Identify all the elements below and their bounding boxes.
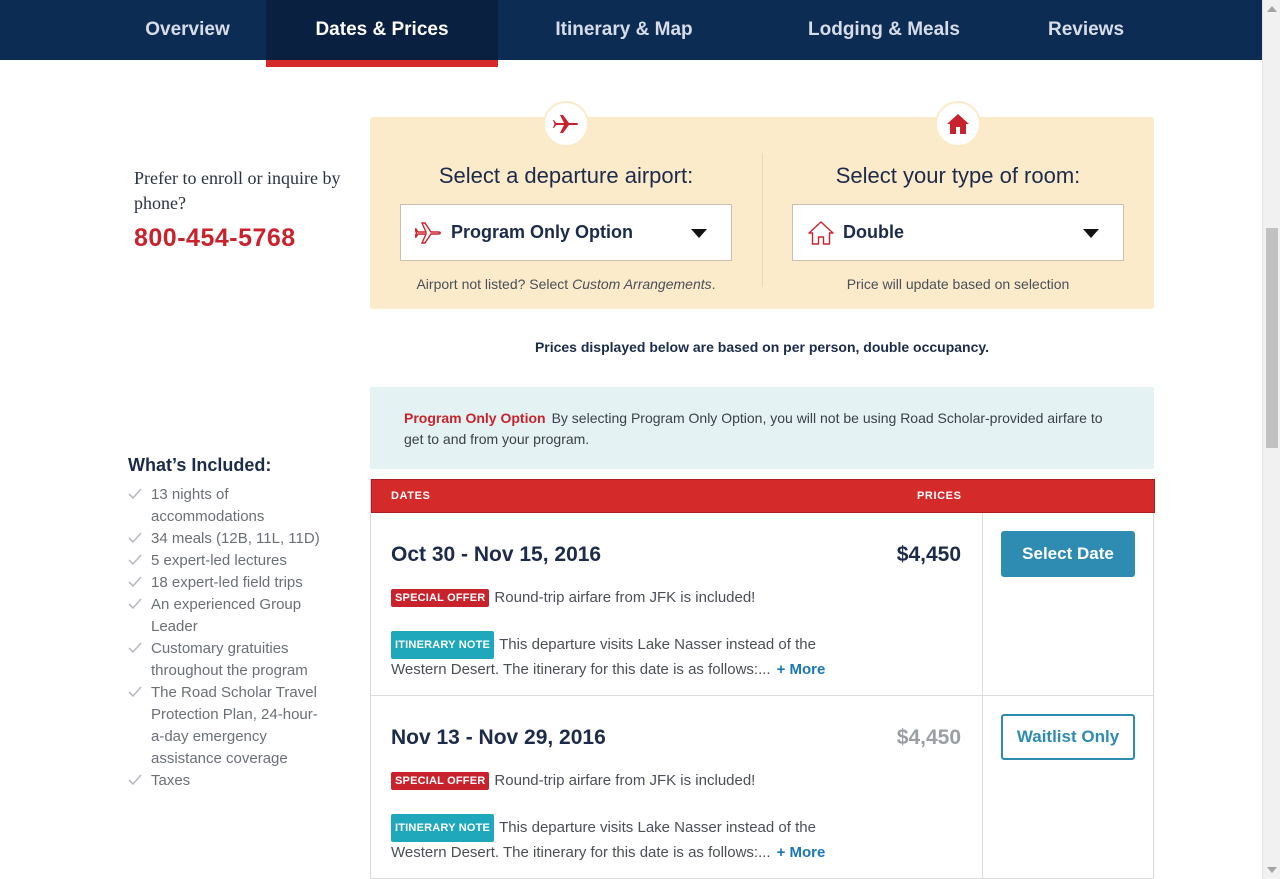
tab-dates-prices[interactable]: Dates & Prices xyxy=(266,0,498,67)
checkmark-icon xyxy=(128,576,142,588)
included-item: Customary gratuities throughout the prog… xyxy=(128,638,328,682)
special-offer-line: SPECIAL OFFER Round-trip airfare from JFK… xyxy=(391,589,755,607)
checkmark-icon xyxy=(128,686,142,698)
special-offer-text: Round-trip airfare from JFK is included! xyxy=(494,772,756,789)
airport-note: Airport not listed? Select Custom Arrang… xyxy=(416,276,716,292)
included-item: 34 meals (12B, 11L, 11D) xyxy=(128,528,328,550)
room-select-value: Double xyxy=(843,222,904,242)
included-item: An experienced Group Leader xyxy=(128,594,328,638)
room-selector-title: Select your type of room: xyxy=(835,163,1081,188)
room-selector-column: Select your type of room: Double Price w… xyxy=(762,101,1154,309)
row-divider xyxy=(982,513,983,695)
special-offer-line: SPECIAL OFFER Round-trip airfare from JFK… xyxy=(391,772,755,790)
dates-column-header: DATES xyxy=(391,490,431,502)
chevron-down-icon xyxy=(1083,229,1099,238)
airport-selector-column: Select a departure airport: Program Only… xyxy=(370,101,762,309)
included-item: 13 nights of accommodations xyxy=(128,484,328,528)
airplane-icon xyxy=(553,115,579,133)
page-scrollbar[interactable] xyxy=(1262,0,1280,879)
more-link[interactable]: + More xyxy=(777,844,826,861)
checkmark-icon xyxy=(128,488,142,500)
waitlist-only-button[interactable]: Waitlist Only xyxy=(1001,714,1135,760)
custom-arrangements-link[interactable]: Custom Arrangements xyxy=(572,276,712,292)
airplane-badge-icon xyxy=(543,101,589,147)
departure-dates: Oct 30 - Nov 15, 2016 xyxy=(391,543,602,566)
special-offer-badge: SPECIAL OFFER xyxy=(391,772,490,790)
chevron-down-icon xyxy=(691,229,707,238)
special-offer-badge: SPECIAL OFFER xyxy=(391,589,490,607)
house-icon xyxy=(947,114,969,134)
table-row: Oct 30 - Nov 15, 2016 $4,450 SPECIAL OFF… xyxy=(371,513,1153,696)
select-date-button[interactable]: Select Date xyxy=(1001,531,1135,577)
program-only-option-label: Program Only Option xyxy=(404,410,546,426)
checkmark-icon xyxy=(128,642,142,654)
scroll-down-arrow-icon[interactable] xyxy=(1267,867,1277,873)
departure-price: $4,450 xyxy=(896,543,961,566)
room-select[interactable]: Double xyxy=(792,204,1124,261)
whats-included-title: What’s Included: xyxy=(128,455,272,475)
tab-itinerary-map[interactable]: Itinerary & Map xyxy=(520,0,728,60)
itinerary-note-badge: ITINERARY NOTE xyxy=(391,631,495,659)
dates-table-header: DATES PRICES xyxy=(371,479,1155,513)
house-outline-icon xyxy=(808,221,834,245)
included-item: 5 expert-led lectures xyxy=(128,550,328,572)
scroll-thumb[interactable] xyxy=(1266,228,1278,448)
selector-panel: Select a departure airport: Program Only… xyxy=(370,101,1154,309)
table-row: Nov 13 - Nov 29, 2016 $4,450 SPECIAL OFF… xyxy=(371,696,1153,879)
airport-select-value: Program Only Option xyxy=(451,222,634,242)
tab-reviews[interactable]: Reviews xyxy=(1020,0,1152,60)
checkmark-icon xyxy=(128,554,142,566)
prices-column-header: PRICES xyxy=(917,490,962,502)
phone-number-link[interactable]: 800-454-5768 xyxy=(134,224,354,253)
departure-price: $4,450 xyxy=(896,726,961,749)
tab-lodging-meals[interactable]: Lodging & Meals xyxy=(780,0,988,60)
airport-selector-title: Select a departure airport: xyxy=(438,163,694,188)
program-only-info-box: Program Only Option By selecting Program … xyxy=(370,387,1154,469)
included-list: 13 nights of accommodations 34 meals (12B… xyxy=(128,484,328,792)
phone-inquiry-block: Prefer to enroll or inquire by phone? 80… xyxy=(134,166,354,253)
included-item: Taxes xyxy=(128,770,328,792)
top-navigation: Overview Dates & Prices Itinerary & Map … xyxy=(0,0,1262,67)
included-item: The Road Scholar Travel Protection Plan,… xyxy=(128,682,328,770)
checkmark-icon xyxy=(128,774,142,786)
phone-prompt: Prefer to enroll or inquire by phone? xyxy=(134,168,341,213)
house-badge-icon xyxy=(935,101,981,147)
itinerary-note-badge: ITINERARY NOTE xyxy=(391,814,495,842)
room-note: Price will update based on selection xyxy=(846,276,1070,292)
itinerary-note-line: ITINERARY NOTE This departure visits Lake… xyxy=(391,814,831,864)
more-link[interactable]: + More xyxy=(777,661,826,678)
departure-dates: Nov 13 - Nov 29, 2016 xyxy=(391,726,606,749)
occupancy-note: Prices displayed below are based on per … xyxy=(534,339,990,355)
whats-included: What’s Included: 13 nights of accommodat… xyxy=(128,455,328,792)
checkmark-icon xyxy=(128,532,142,544)
tab-overview[interactable]: Overview xyxy=(110,0,265,60)
airport-select[interactable]: Program Only Option xyxy=(400,204,732,261)
included-item: 18 expert-led field trips xyxy=(128,572,328,594)
airplane-outline-icon xyxy=(415,222,441,244)
itinerary-note-line: ITINERARY NOTE This departure visits Lake… xyxy=(391,631,831,681)
row-divider xyxy=(982,696,983,878)
special-offer-text: Round-trip airfare from JFK is included! xyxy=(494,589,756,606)
scroll-up-arrow-icon[interactable] xyxy=(1267,6,1277,12)
dates-table: DATES PRICES Oct 30 - Nov 15, 2016 $4,45… xyxy=(370,479,1155,879)
checkmark-icon xyxy=(128,598,142,610)
